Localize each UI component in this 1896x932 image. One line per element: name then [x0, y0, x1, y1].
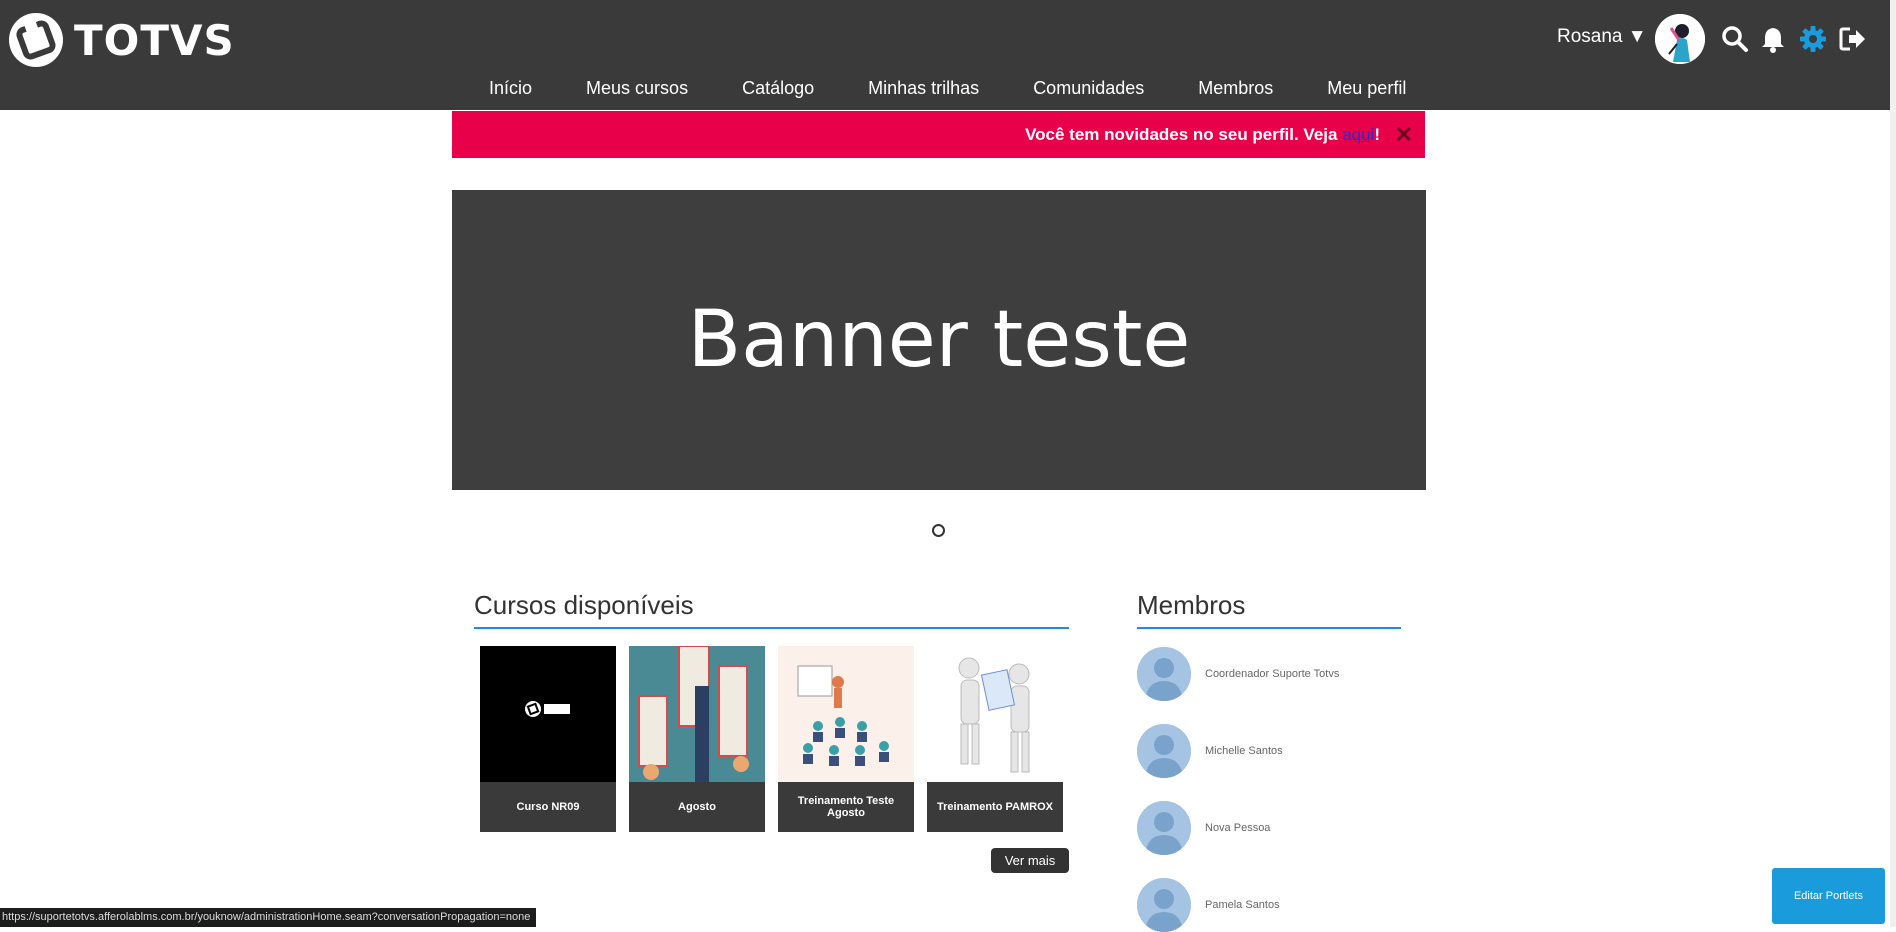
courses-section-title: Cursos disponíveis [474, 590, 1069, 629]
course-thumbnail [480, 646, 616, 782]
user-menu[interactable]: Rosana ▼ [1557, 26, 1647, 48]
nav-item-catalogo[interactable]: Catálogo [742, 78, 814, 99]
people-with-boards-image [629, 646, 765, 782]
course-thumbnail [927, 646, 1063, 782]
3d-figures-image [927, 646, 1063, 782]
totvs-thumbnail-image [480, 646, 616, 782]
avatar [1137, 647, 1191, 701]
brand-name: TOTVS [74, 15, 235, 65]
notification-banner: Você tem novidades no seu perfil. Veja a… [452, 111, 1425, 158]
nav-item-inicio[interactable]: Início [489, 78, 532, 99]
course-card[interactable]: Treinamento Teste Agosto [778, 646, 914, 832]
notice-text: Você tem novidades no seu perfil. Veja [1025, 125, 1343, 144]
carousel-indicator[interactable] [932, 524, 945, 537]
chevron-down-icon: ▼ [1627, 26, 1647, 47]
page-scrollbar[interactable] [1890, 0, 1896, 927]
course-title: Treinamento Teste Agosto [778, 782, 914, 832]
nav-item-meu-perfil[interactable]: Meu perfil [1327, 78, 1406, 99]
status-bar-url: https://suportetotvs.afferolablms.com.br… [0, 908, 537, 927]
search-icon[interactable] [1720, 24, 1750, 54]
course-title: Curso NR09 [480, 782, 616, 832]
course-thumbnail [778, 646, 914, 782]
default-avatar-icon [1137, 647, 1191, 701]
notice-message: Você tem novidades no seu perfil. Veja a… [1025, 125, 1380, 145]
course-title: Treinamento PAMROX [927, 782, 1063, 832]
default-avatar-icon [1137, 878, 1191, 932]
course-thumbnail [629, 646, 765, 782]
banner-title: Banner teste [687, 295, 1191, 385]
default-avatar-icon [1137, 724, 1191, 778]
bell-icon[interactable] [1758, 24, 1788, 54]
edit-portlets-button[interactable]: Editar Portlets [1772, 868, 1885, 924]
member-name: Nova Pessoa [1205, 822, 1271, 834]
hero-banner[interactable]: Banner teste [452, 190, 1426, 490]
nav-item-minhas-trilhas[interactable]: Minhas trilhas [868, 78, 979, 99]
avatar [1137, 801, 1191, 855]
course-card[interactable]: Treinamento PAMROX [927, 646, 1063, 832]
close-icon[interactable]: ✕ [1395, 122, 1413, 148]
see-more-button[interactable]: Ver mais [991, 848, 1069, 873]
totvs-logo-icon [9, 13, 63, 67]
nav-item-membros[interactable]: Membros [1198, 78, 1273, 99]
member-name: Pamela Santos [1205, 899, 1280, 911]
notice-link[interactable]: aqui [1342, 125, 1374, 144]
member-item[interactable]: Michelle Santos [1137, 724, 1283, 778]
top-bar: TOTVS Rosana ▼ Início Meus cursos Catálo… [0, 0, 1890, 110]
member-item[interactable]: Nova Pessoa [1137, 801, 1270, 855]
member-item[interactable]: Coordenador Suporte Totvs [1137, 647, 1339, 701]
gear-icon[interactable] [1798, 24, 1828, 54]
course-title: Agosto [629, 782, 765, 832]
logout-icon[interactable] [1838, 24, 1868, 54]
main-nav: Início Meus cursos Catálogo Minhas trilh… [489, 78, 1406, 99]
member-item[interactable]: Pamela Santos [1137, 878, 1280, 932]
course-card[interactable]: Agosto [629, 646, 765, 832]
nav-item-comunidades[interactable]: Comunidades [1033, 78, 1144, 99]
member-name: Coordenador Suporte Totvs [1205, 668, 1340, 680]
avatar [1137, 878, 1191, 932]
notice-suffix: ! [1374, 125, 1380, 144]
default-avatar-icon [1137, 801, 1191, 855]
user-avatar[interactable] [1655, 14, 1705, 64]
user-name: Rosana [1557, 26, 1623, 47]
totvs-logo[interactable]: TOTVS [8, 12, 235, 68]
course-card[interactable]: Curso NR09 [480, 646, 616, 832]
avatar [1137, 724, 1191, 778]
member-name: Michelle Santos [1205, 745, 1283, 757]
avatar-illustration [1655, 14, 1705, 64]
classroom-image [778, 646, 914, 782]
nav-item-meus-cursos[interactable]: Meus cursos [586, 78, 688, 99]
members-section-title: Membros [1137, 590, 1401, 629]
